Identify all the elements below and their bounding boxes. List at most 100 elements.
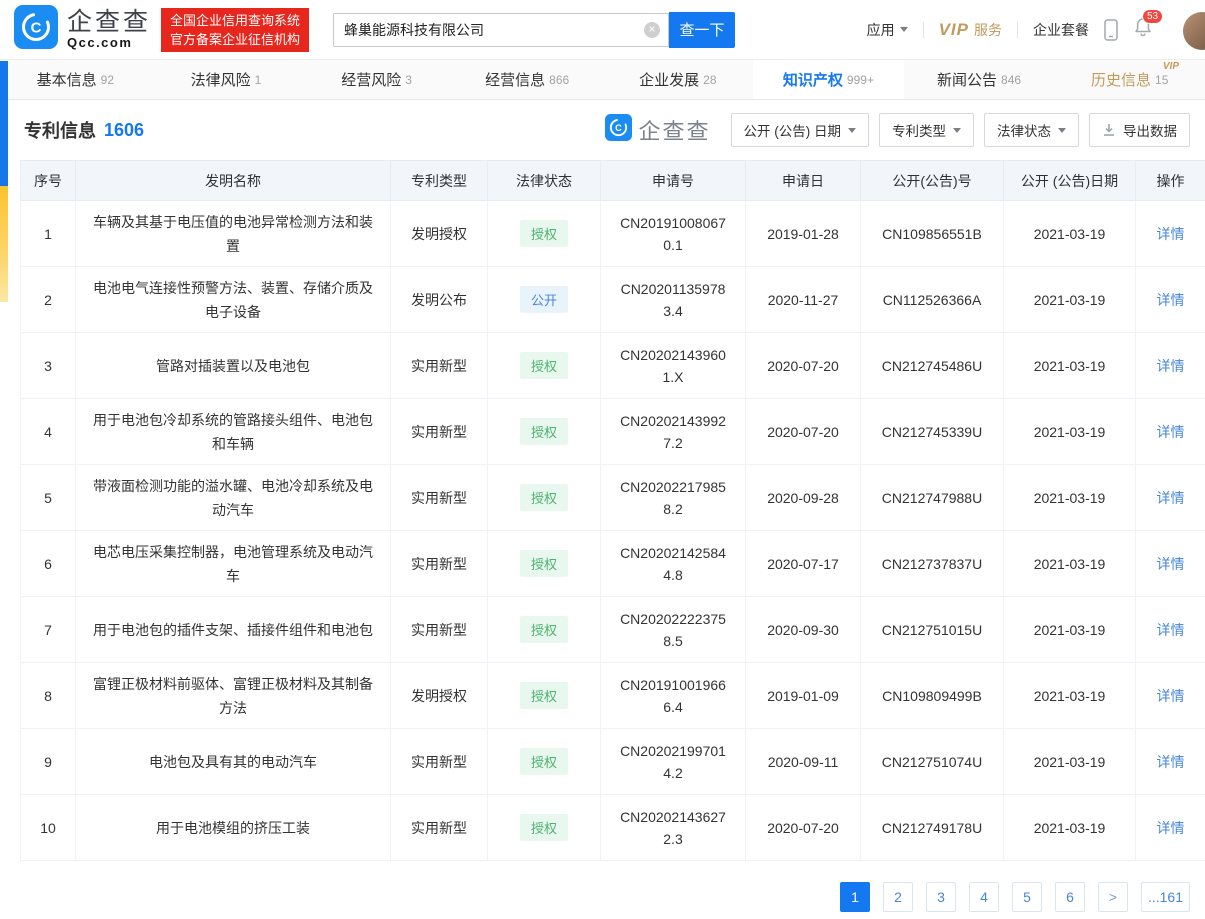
detail-link[interactable]: 详情 [1157,424,1185,440]
patent-name-link[interactable]: 用于电池模组的挤压工装 [76,795,391,861]
cell-action: 详情 [1136,531,1205,597]
tab-news[interactable]: 新闻公告 846 [904,60,1055,99]
cell-application-date: 2020-07-17 [746,531,861,597]
patent-name-link[interactable]: 用于电池包的插件支架、插接件组件和电池包 [76,597,391,663]
detail-link[interactable]: 详情 [1157,688,1185,704]
page-last[interactable]: ...161 [1141,882,1190,912]
cell-application-number: CN201910019666.4 [601,663,746,729]
cell-publication-date: 2021-03-19 [1004,333,1136,399]
nav-enterprise-package[interactable]: 企业套餐 [1033,20,1089,40]
table-row: 3 管路对插装置以及电池包 实用新型 授权 CN202021439601.X 2… [21,333,1205,399]
tab-legal-risk[interactable]: 法律风险 1 [151,60,302,99]
mobile-phone-icon[interactable] [1104,19,1118,41]
cell-patent-type: 发明授权 [391,201,488,267]
cell-application-number: CN202021425844.8 [601,531,746,597]
cell-action: 详情 [1136,795,1205,861]
patent-name-link[interactable]: 车辆及其基于电压值的电池异常检测方法和装置 [76,201,391,267]
notification-bell[interactable]: 53 [1133,17,1153,42]
filter-button-label: 公开 (公告) 日期 [744,120,842,140]
detail-link[interactable]: 详情 [1157,556,1185,572]
svg-text:C: C [616,123,623,133]
tab-label: 新闻公告 [937,69,997,90]
patent-name-link[interactable]: 电芯电压采集控制器，电池管理系统及电动汽车 [76,531,391,597]
tab-label: 经营风险 [341,69,401,90]
cell-index: 9 [21,729,76,795]
patent-name-link[interactable]: 电池包及具有其的电动汽车 [76,729,391,795]
filter-legal-status[interactable]: 法律状态 [984,113,1079,147]
cell-publication-date: 2021-03-19 [1004,201,1136,267]
tab-history-info[interactable]: 历史信息 15 VIP [1054,60,1205,99]
search-button[interactable]: 查一下 [669,12,735,48]
cell-action: 详情 [1136,267,1205,333]
nav-apps[interactable]: 应用 [867,20,908,40]
patent-name-link[interactable]: 管路对插装置以及电池包 [76,333,391,399]
page-2[interactable]: 2 [883,882,913,912]
patent-name-link[interactable]: 带液面检测功能的溢水罐、电池冷却系统及电动汽车 [76,465,391,531]
table-row: 1 车辆及其基于电压值的电池异常检测方法和装置 发明授权 授权 CN201910… [21,201,1205,267]
cell-publication-date: 2021-03-19 [1004,531,1136,597]
patent-name-link[interactable]: 富锂正极材料前驱体、富锂正极材料及其制备方法 [76,663,391,729]
cell-legal-status: 授权 [488,531,601,597]
vip-tag: VIP [1163,61,1179,72]
nav-apps-label: 应用 [867,20,895,40]
detail-link[interactable]: 详情 [1157,226,1185,242]
cell-publication-number: CN109856551B [861,201,1004,267]
cell-legal-status: 授权 [488,597,601,663]
qcc-logo[interactable]: C 企查查 Qcc.com [14,5,151,54]
page-4[interactable]: 4 [969,882,999,912]
clear-icon[interactable]: × [644,22,660,38]
detail-link[interactable]: 详情 [1157,820,1185,836]
column-header: 法律状态 [488,161,601,201]
tab-operation-info[interactable]: 经营信息 866 [452,60,603,99]
page-1[interactable]: 1 [840,882,870,912]
search-input[interactable] [334,22,668,38]
chevron-down-icon [900,27,908,32]
page-next[interactable]: > [1098,882,1128,912]
tab-operation-risk[interactable]: 经营风险 3 [301,60,452,99]
status-badge: 授权 [520,682,568,709]
cell-patent-type: 实用新型 [391,399,488,465]
gov-certification-badge: 全国企业信用查询系统 官方备案企业征信机构 [161,8,309,52]
tab-label: 知识产权 [783,69,843,90]
detail-link[interactable]: 详情 [1157,754,1185,770]
cell-legal-status: 授权 [488,333,601,399]
page-3[interactable]: 3 [926,882,956,912]
cell-publication-date: 2021-03-19 [1004,729,1136,795]
cell-legal-status: 授权 [488,465,601,531]
detail-link[interactable]: 详情 [1157,292,1185,308]
cell-index: 2 [21,267,76,333]
cell-publication-number: CN212751015U [861,597,1004,663]
cell-application-date: 2019-01-28 [746,201,861,267]
detail-link[interactable]: 详情 [1157,490,1185,506]
tab-company-development[interactable]: 企业发展 28 [603,60,754,99]
tab-intellectual-property[interactable]: 知识产权 999+ [753,60,904,99]
chevron-down-icon [848,128,856,133]
cell-application-number: CN202021439927.2 [601,399,746,465]
table-row: 7 用于电池包的插件支架、插接件组件和电池包 实用新型 授权 CN2020222… [21,597,1205,663]
detail-link[interactable]: 详情 [1157,358,1185,374]
page-5[interactable]: 5 [1012,882,1042,912]
tab-basic-info[interactable]: 基本信息 92 [0,60,151,99]
export-button-label: 导出数据 [1123,120,1177,140]
patent-name-link[interactable]: 电池电气连接性预警方法、装置、存储介质及电子设备 [76,267,391,333]
patent-table-body: 1 车辆及其基于电压值的电池异常检测方法和装置 发明授权 授权 CN201910… [21,201,1205,861]
filter-patent-type[interactable]: 专利类型 [879,113,974,147]
patent-table: 序号发明名称专利类型法律状态申请号申请日公开(公告)号公开 (公告)日期操作 1… [20,160,1205,861]
tab-count: 15 [1155,73,1168,87]
detail-link[interactable]: 详情 [1157,622,1185,638]
nav-vip-service[interactable]: VIP 服务 [939,20,1002,40]
cell-index: 10 [21,795,76,861]
cell-patent-type: 发明公布 [391,267,488,333]
cell-publication-date: 2021-03-19 [1004,399,1136,465]
column-header: 专利类型 [391,161,488,201]
filter-buttons: 公开 (公告) 日期 专利类型 法律状态 [731,113,1080,147]
cell-application-date: 2020-09-28 [746,465,861,531]
patent-name-link[interactable]: 用于电池包冷却系统的管路接头组件、电池包和车辆 [76,399,391,465]
cell-action: 详情 [1136,201,1205,267]
table-row: 10 用于电池模组的挤压工装 实用新型 授权 CN202021436272.3 … [21,795,1205,861]
filter-publication-date[interactable]: 公开 (公告) 日期 [731,113,870,147]
export-button[interactable]: 导出数据 [1089,113,1190,147]
vip-service-label: 服务 [974,20,1002,40]
cell-index: 5 [21,465,76,531]
page-6[interactable]: 6 [1055,882,1085,912]
